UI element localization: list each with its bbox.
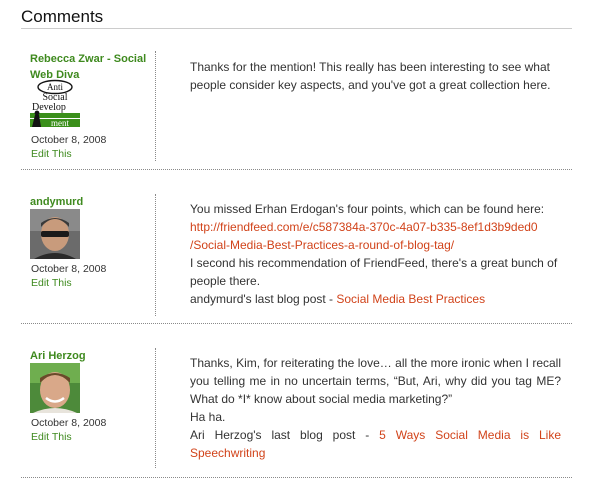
comment-author-link[interactable]: andymurd <box>30 194 150 210</box>
svg-text:ment: ment <box>51 118 69 128</box>
user-photo-icon <box>30 363 80 413</box>
comments-heading: Comments <box>21 7 104 26</box>
comment-text: Thanks, Kim, for reiterating the love… a… <box>190 356 561 406</box>
comment-item: andymurd October 8, 2008 Edit This You m… <box>21 170 572 324</box>
comment-text: I second his recommendation of FriendFee… <box>190 256 558 288</box>
comment-body: Thanks for the mention! This really has … <box>190 58 561 94</box>
comment-date: October 8, 2008 <box>31 417 107 429</box>
svg-text:Anti: Anti <box>47 82 64 92</box>
comment-body: You missed Erhan Erdogan's four points, … <box>190 200 561 308</box>
friendfeed-link[interactable]: http://friendfeed.com/e/c587384a-370c-4a… <box>190 220 538 252</box>
comment-date: October 8, 2008 <box>31 134 107 146</box>
column-divider <box>155 348 156 468</box>
last-blog-post: Ari Herzog's last blog post - 5 Ways Soc… <box>190 428 561 460</box>
comment-body: Thanks, Kim, for reiterating the love… a… <box>190 354 561 462</box>
edit-comment-link[interactable]: Edit This <box>31 430 72 444</box>
column-divider <box>155 194 156 316</box>
user-photo-icon <box>30 209 80 259</box>
comment-item: Rebecca Zwar - Social Web Diva Anti Soci… <box>21 29 572 170</box>
last-blog-post-link[interactable]: Social Media Best Practices <box>336 292 485 306</box>
comment-date: October 8, 2008 <box>31 263 107 275</box>
edit-comment-link[interactable]: Edit This <box>31 276 72 290</box>
anti-social-development-logo-icon: Anti Social Develop ment <box>30 79 80 129</box>
comment-item: Ari Herzog October 8, 2008 Edit This Tha… <box>21 324 572 478</box>
column-divider <box>155 51 156 161</box>
last-blog-post: andymurd's last blog post - Social Media… <box>190 292 486 306</box>
comment-divider <box>21 477 572 478</box>
comment-text: Thanks for the mention! This really has … <box>190 60 551 92</box>
comment-text: You missed Erhan Erdogan's four points, … <box>190 202 545 216</box>
comment-text: Ha ha. <box>190 410 226 424</box>
comment-author-link[interactable]: Ari Herzog <box>30 348 150 364</box>
edit-comment-link[interactable]: Edit This <box>31 147 72 161</box>
